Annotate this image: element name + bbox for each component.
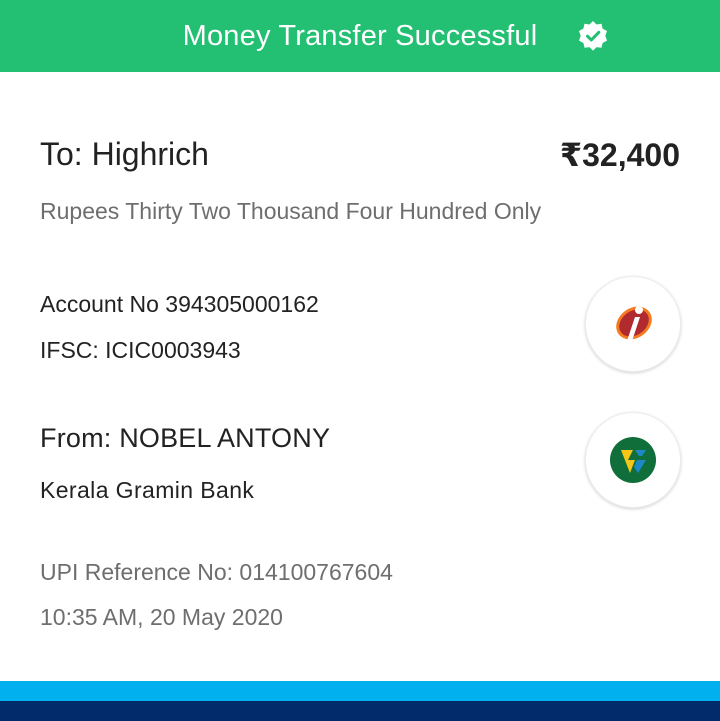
kgb-logo-icon — [610, 437, 656, 483]
icici-logo-icon — [616, 306, 652, 341]
transfer-amount: ₹32,400 — [559, 137, 680, 173]
sender-bank-name: Kerala Gramin Bank — [40, 477, 255, 503]
recipient-name: To: Highrich — [40, 136, 209, 172]
success-header: Money Transfer Successful — [0, 0, 720, 72]
footer-dark-bar — [0, 701, 720, 721]
amount-in-words: Rupees Thirty Two Thousand Four Hundred … — [40, 198, 542, 224]
recipient-ifsc: IFSC: ICIC0003943 — [40, 337, 241, 363]
transaction-timestamp: 10:35 AM, 20 May 2020 — [40, 604, 283, 630]
recipient-account-number: Account No 394305000162 — [40, 291, 319, 317]
recipient-row: To: Highrich ₹32,400 — [40, 136, 680, 180]
verified-check-icon — [579, 21, 607, 51]
kerala-gramin-bank-logo — [585, 412, 681, 508]
header-title: Money Transfer Successful — [182, 19, 538, 52]
sender-name: From: NOBEL ANTONY — [40, 423, 331, 453]
icici-bank-logo — [585, 276, 681, 372]
upi-reference-number: UPI Reference No: 014100767604 — [40, 559, 393, 585]
transfer-receipt: Money Transfer Successful To: Highrich ₹… — [0, 0, 720, 721]
footer-accent-bar — [0, 681, 720, 701]
